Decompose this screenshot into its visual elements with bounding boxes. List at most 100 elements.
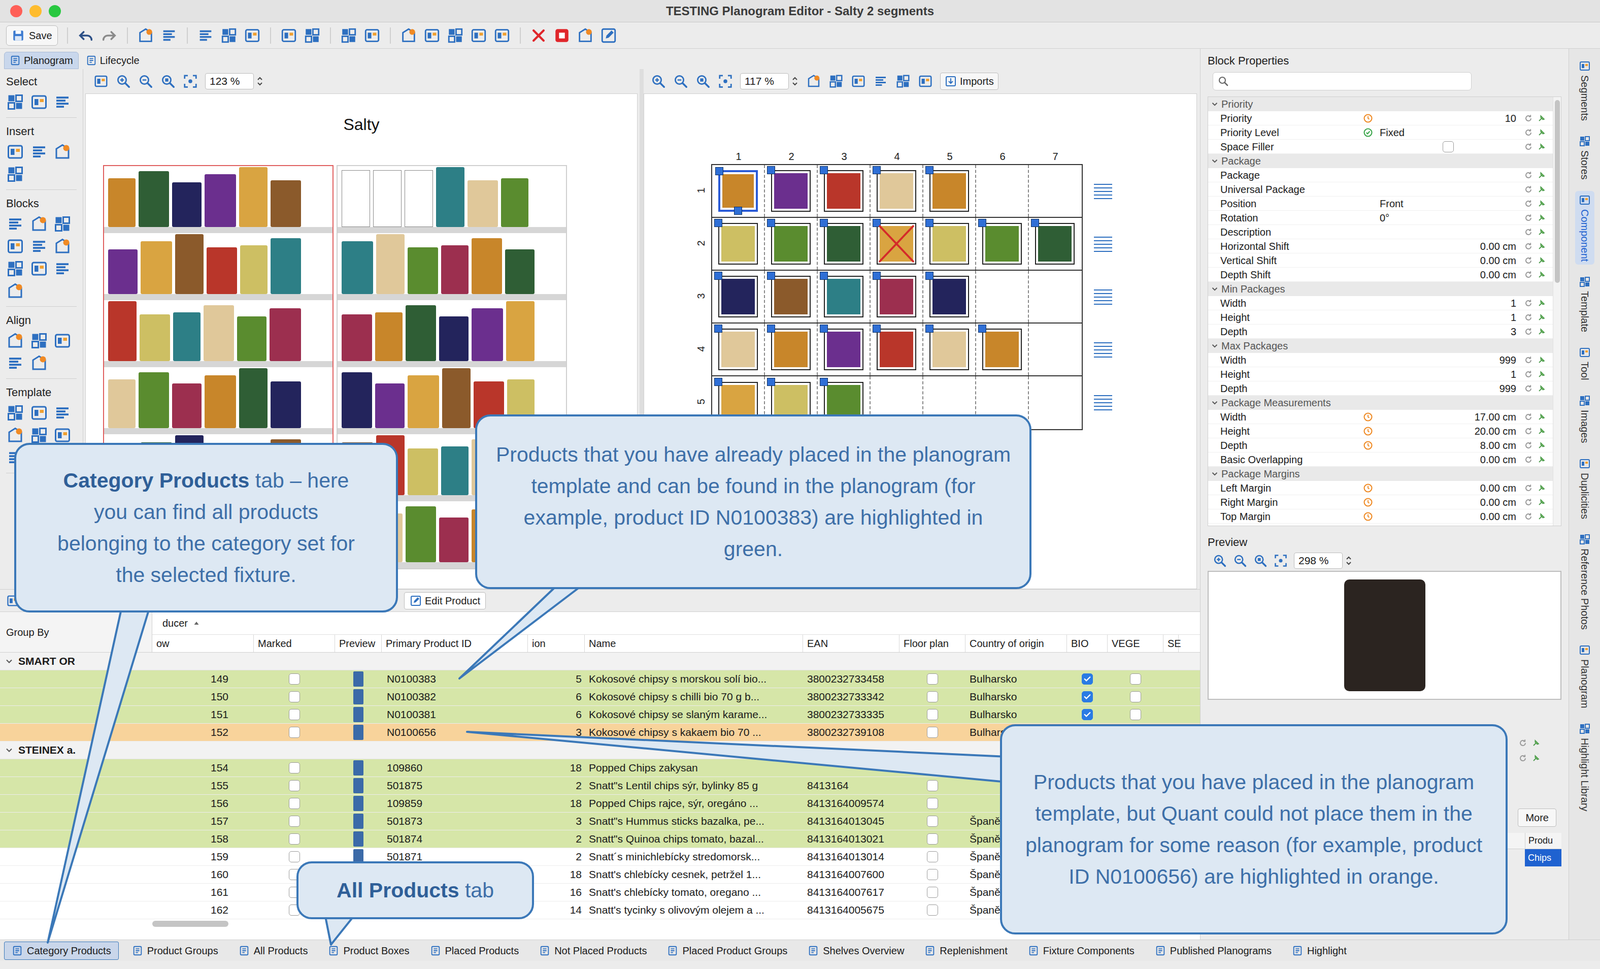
pin-icon[interactable] bbox=[1536, 454, 1547, 465]
vertical-scrollbar[interactable] bbox=[1552, 96, 1561, 526]
product-photo[interactable] bbox=[407, 375, 440, 428]
grid-cell[interactable] bbox=[976, 217, 1029, 270]
drag-handle[interactable] bbox=[767, 218, 776, 227]
side-tab[interactable]: Segments bbox=[1575, 56, 1595, 124]
reset-icon[interactable] bbox=[1523, 297, 1534, 309]
marked-checkbox[interactable] bbox=[288, 797, 300, 809]
vege-checkbox[interactable] bbox=[1129, 673, 1142, 685]
drag-handle[interactable] bbox=[819, 324, 828, 333]
property-value[interactable]: 0.00 cm bbox=[1375, 480, 1521, 496]
property-value[interactable]: 0° bbox=[1375, 210, 1521, 226]
blocks-icon[interactable] bbox=[340, 26, 358, 45]
product-photo[interactable] bbox=[270, 238, 302, 294]
list-icon[interactable] bbox=[160, 26, 178, 45]
chevron-down-icon[interactable] bbox=[4, 744, 15, 755]
floor-plan-checkbox[interactable] bbox=[926, 797, 939, 809]
property-value[interactable]: 0.00 cm bbox=[1375, 252, 1521, 269]
group-column-label[interactable]: ducer bbox=[162, 615, 188, 631]
pin-icon[interactable] bbox=[1536, 241, 1547, 252]
shelf[interactable] bbox=[104, 165, 333, 233]
floor-plan-checkbox[interactable] bbox=[926, 850, 939, 862]
bottom-tab-label[interactable]: Shelves Overview bbox=[822, 942, 905, 958]
zoom-fit-icon[interactable] bbox=[717, 73, 733, 89]
side-tab-label[interactable]: Planogram bbox=[1577, 658, 1593, 709]
bottom-tab-label[interactable]: Not Placed Products bbox=[554, 942, 647, 958]
product-photo[interactable] bbox=[341, 372, 373, 428]
chevron-down-icon[interactable] bbox=[4, 655, 15, 666]
property-row[interactable]: Depth3 bbox=[1208, 324, 1553, 339]
column-header[interactable]: Preview bbox=[335, 634, 382, 652]
drag-handle[interactable] bbox=[767, 377, 776, 386]
maximize-button[interactable] bbox=[48, 5, 61, 18]
bottom-tab[interactable]: Product Boxes bbox=[320, 941, 417, 960]
grid-cell[interactable] bbox=[1028, 323, 1082, 376]
product-photo[interactable] bbox=[108, 301, 137, 361]
column-header-label[interactable]: Primary Product ID bbox=[385, 635, 472, 651]
grid-cell[interactable] bbox=[764, 270, 818, 323]
grid-cell[interactable] bbox=[976, 270, 1029, 323]
grid-cell[interactable] bbox=[712, 270, 765, 323]
product-photo[interactable] bbox=[442, 368, 471, 428]
column-header[interactable]: Name bbox=[584, 634, 804, 652]
grid-cell[interactable] bbox=[923, 164, 977, 217]
grid-cell[interactable] bbox=[1028, 270, 1082, 323]
product-photo[interactable] bbox=[204, 375, 237, 428]
product-photo[interactable] bbox=[270, 381, 302, 428]
pin-icon[interactable] bbox=[1536, 411, 1547, 422]
tool-icon[interactable] bbox=[917, 73, 933, 89]
drag-handle[interactable] bbox=[872, 324, 881, 333]
reset-icon[interactable] bbox=[1523, 184, 1534, 195]
property-value[interactable]: 0.00 cm bbox=[1375, 451, 1521, 468]
bottom-tab-label[interactable]: Placed Product Groups bbox=[682, 942, 788, 958]
property-row[interactable]: Top Margin0.00 cm bbox=[1208, 509, 1553, 524]
drag-handle[interactable] bbox=[925, 218, 934, 227]
shelf[interactable] bbox=[337, 300, 566, 368]
product-thumbnail[interactable] bbox=[876, 170, 917, 212]
grid-cell[interactable] bbox=[817, 323, 871, 376]
bottom-tab-label[interactable]: Replenishment bbox=[939, 942, 1008, 958]
pin-icon[interactable] bbox=[1536, 511, 1547, 522]
zoom-in-icon[interactable] bbox=[650, 73, 666, 89]
product-photo[interactable] bbox=[239, 368, 268, 428]
grid-cell[interactable] bbox=[1028, 217, 1082, 270]
marked-checkbox[interactable] bbox=[288, 850, 300, 862]
floor-plan-checkbox[interactable] bbox=[926, 690, 939, 703]
marked-checkbox[interactable] bbox=[288, 832, 300, 845]
drag-handle[interactable] bbox=[1030, 218, 1040, 227]
product-photo[interactable] bbox=[441, 446, 469, 495]
property-row[interactable]: Height20.00 cm bbox=[1208, 423, 1553, 439]
blocks-icon[interactable] bbox=[6, 259, 25, 278]
property-value[interactable]: 999 bbox=[1375, 352, 1521, 368]
table-row[interactable]: 151N01003816Kokosové chipsy se slaným ka… bbox=[0, 705, 1200, 724]
zoom-out-icon[interactable] bbox=[138, 73, 154, 89]
property-value[interactable]: 1 bbox=[1375, 309, 1521, 325]
pin-icon[interactable] bbox=[1536, 212, 1547, 223]
product-photo[interactable] bbox=[341, 241, 374, 294]
pin-icon[interactable] bbox=[1536, 184, 1547, 195]
grid-cell[interactable] bbox=[764, 323, 818, 376]
shape-icon[interactable] bbox=[6, 281, 25, 300]
bottom-tab-label[interactable]: Published Planograms bbox=[1170, 942, 1272, 958]
pin-icon[interactable] bbox=[1536, 170, 1547, 181]
blocks-icon[interactable] bbox=[446, 26, 464, 45]
product-photo[interactable] bbox=[172, 182, 202, 227]
property-row[interactable]: Space Filler bbox=[1208, 139, 1553, 154]
blocks-icon[interactable] bbox=[6, 403, 25, 422]
list-icon[interactable] bbox=[53, 403, 72, 422]
reset-icon[interactable] bbox=[1523, 411, 1534, 422]
stepper-icon[interactable] bbox=[255, 74, 264, 88]
product-photo[interactable] bbox=[436, 167, 465, 227]
product-photo[interactable] bbox=[441, 245, 469, 294]
drag-handle[interactable] bbox=[767, 271, 776, 280]
product-thumbnail[interactable] bbox=[823, 222, 864, 265]
imports-label[interactable]: Imports bbox=[959, 73, 994, 89]
pin-icon[interactable] bbox=[1536, 369, 1547, 380]
column-header[interactable]: ow bbox=[152, 634, 254, 652]
side-tab-label[interactable]: Component bbox=[1577, 209, 1593, 262]
imports-button[interactable]: Imports bbox=[940, 72, 999, 90]
column-header-label[interactable]: ion bbox=[531, 635, 546, 651]
shape-icon[interactable] bbox=[806, 73, 822, 89]
pin-icon[interactable] bbox=[1530, 737, 1542, 748]
side-tab-label[interactable]: Reference Photos bbox=[1577, 548, 1593, 630]
column-header-label[interactable]: Preview bbox=[339, 635, 376, 651]
